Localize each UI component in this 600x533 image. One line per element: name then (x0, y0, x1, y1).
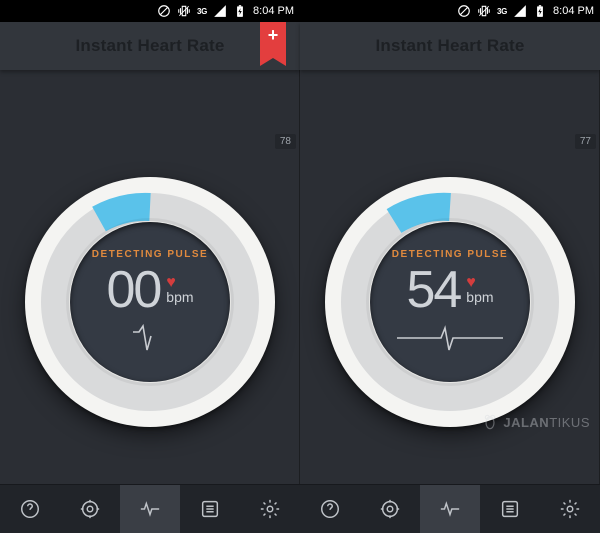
nav-list[interactable] (480, 485, 540, 533)
title-bar: Instant Heart Rate + (0, 22, 300, 70)
nav-target[interactable] (360, 485, 420, 533)
signal-icon (213, 4, 227, 18)
last-reading-badge: 77 (575, 134, 596, 149)
pulse-waveform (95, 322, 205, 354)
heart-rate-dial: DETECTING PULSE 00 ♥ bpm (25, 177, 275, 427)
screen-left: 3G 8:04 PM Instant Heart Rate + 78 DETEC… (0, 0, 300, 533)
vibrate-icon (477, 4, 491, 18)
bottom-nav (300, 484, 600, 533)
last-reading-badge: 78 (275, 134, 296, 149)
status-text: DETECTING PULSE (92, 249, 208, 260)
status-text: DETECTING PULSE (392, 249, 508, 260)
nav-help[interactable] (300, 485, 360, 533)
main-content: 77 DETECTING PULSE 54 ♥ bpm (300, 70, 600, 484)
signal-icon (513, 4, 527, 18)
nav-pulse[interactable] (420, 485, 480, 533)
title-bar: Instant Heart Rate (300, 22, 600, 70)
vibrate-icon (177, 4, 191, 18)
battery-icon (533, 4, 547, 18)
bottom-nav (0, 484, 300, 533)
app-title: Instant Heart Rate (75, 36, 224, 56)
heart-rate-dial: DETECTING PULSE 54 ♥ bpm (325, 177, 575, 427)
nav-settings[interactable] (540, 485, 600, 533)
nav-help[interactable] (0, 485, 60, 533)
bpm-value: 00 (106, 264, 160, 316)
upgrade-ribbon[interactable]: + (260, 22, 286, 58)
network-type: 3G (497, 7, 507, 16)
bpm-value: 54 (406, 264, 460, 316)
no-icon (457, 4, 471, 18)
nav-pulse[interactable] (120, 485, 180, 533)
main-content: 78 DETECTING PULSE 00 ♥ bpm (0, 70, 300, 484)
network-type: 3G (197, 7, 207, 16)
nav-list[interactable] (180, 485, 240, 533)
no-icon (157, 4, 171, 18)
screen-right: 3G 8:04 PM Instant Heart Rate 77 DETECTI… (300, 0, 600, 533)
plus-icon: + (260, 26, 286, 44)
status-bar: 3G 8:04 PM (300, 0, 600, 22)
bpm-unit: bpm (166, 289, 193, 305)
battery-icon (233, 4, 247, 18)
bpm-unit: bpm (466, 289, 493, 305)
nav-target[interactable] (60, 485, 120, 533)
status-bar: 3G 8:04 PM (0, 0, 300, 22)
pulse-waveform (395, 322, 505, 354)
clock: 8:04 PM (553, 5, 594, 17)
clock: 8:04 PM (253, 5, 294, 17)
nav-settings[interactable] (240, 485, 300, 533)
app-title: Instant Heart Rate (375, 36, 524, 56)
